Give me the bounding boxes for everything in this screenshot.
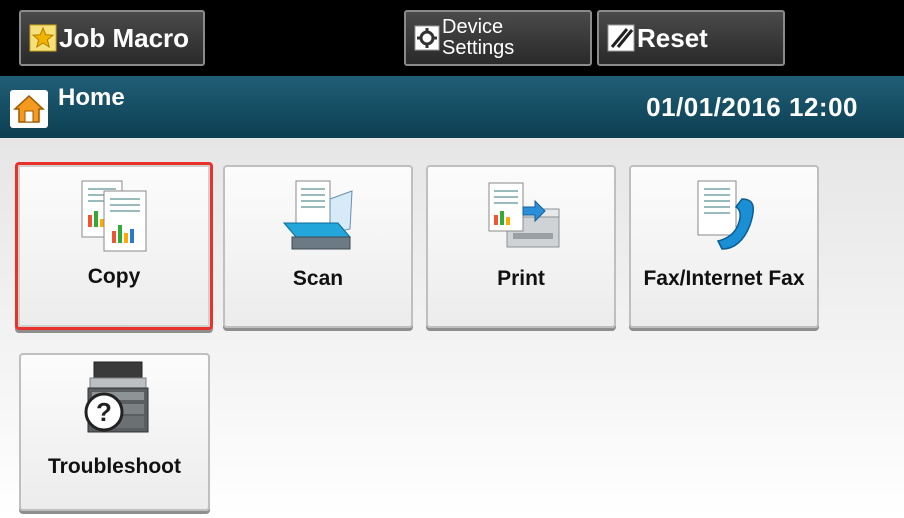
main-area: Copy Scan Print Fax/Internet Fax ? Troub… xyxy=(0,138,904,518)
copy-tile[interactable]: Copy xyxy=(15,162,213,330)
scan-label: Scan xyxy=(292,267,344,290)
reset-button[interactable]: Reset xyxy=(597,10,785,66)
reset-icon xyxy=(607,24,635,52)
device-settings-icon xyxy=(414,25,440,51)
home-screen: Job Macro Device Settings Reset Home 01/… xyxy=(0,0,904,518)
star-icon xyxy=(29,24,57,52)
copy-icon xyxy=(18,175,210,255)
copy-label: Copy xyxy=(87,265,141,288)
job-macro-label: Job Macro xyxy=(59,22,190,53)
date-time: 01/01/2016 12:00 xyxy=(646,92,858,122)
fax-icon xyxy=(631,177,817,257)
troubleshoot-icon: ? xyxy=(21,359,208,439)
top-bar: Job Macro Device Settings Reset xyxy=(0,0,904,76)
header-bar: Home 01/01/2016 12:00 xyxy=(0,76,904,138)
print-icon xyxy=(428,177,614,257)
print-label: Print xyxy=(497,267,545,290)
scan-tile[interactable]: Scan xyxy=(223,165,413,328)
fax-label: Fax/Internet Fax xyxy=(643,267,805,290)
scan-icon xyxy=(225,177,411,257)
reset-label: Reset xyxy=(637,22,708,53)
troubleshoot-label: Troubleshoot xyxy=(48,455,181,478)
troubleshoot-tile[interactable]: ? Troubleshoot xyxy=(19,353,210,511)
job-macro-button[interactable]: Job Macro xyxy=(19,10,205,66)
device-settings-label: Device Settings xyxy=(442,16,515,59)
device-settings-button[interactable]: Device Settings xyxy=(404,10,592,66)
svg-text:?: ? xyxy=(96,397,112,427)
page-title: Home xyxy=(58,84,125,111)
fax-tile[interactable]: Fax/Internet Fax xyxy=(629,165,819,328)
home-icon xyxy=(10,90,48,128)
print-tile[interactable]: Print xyxy=(426,165,616,328)
